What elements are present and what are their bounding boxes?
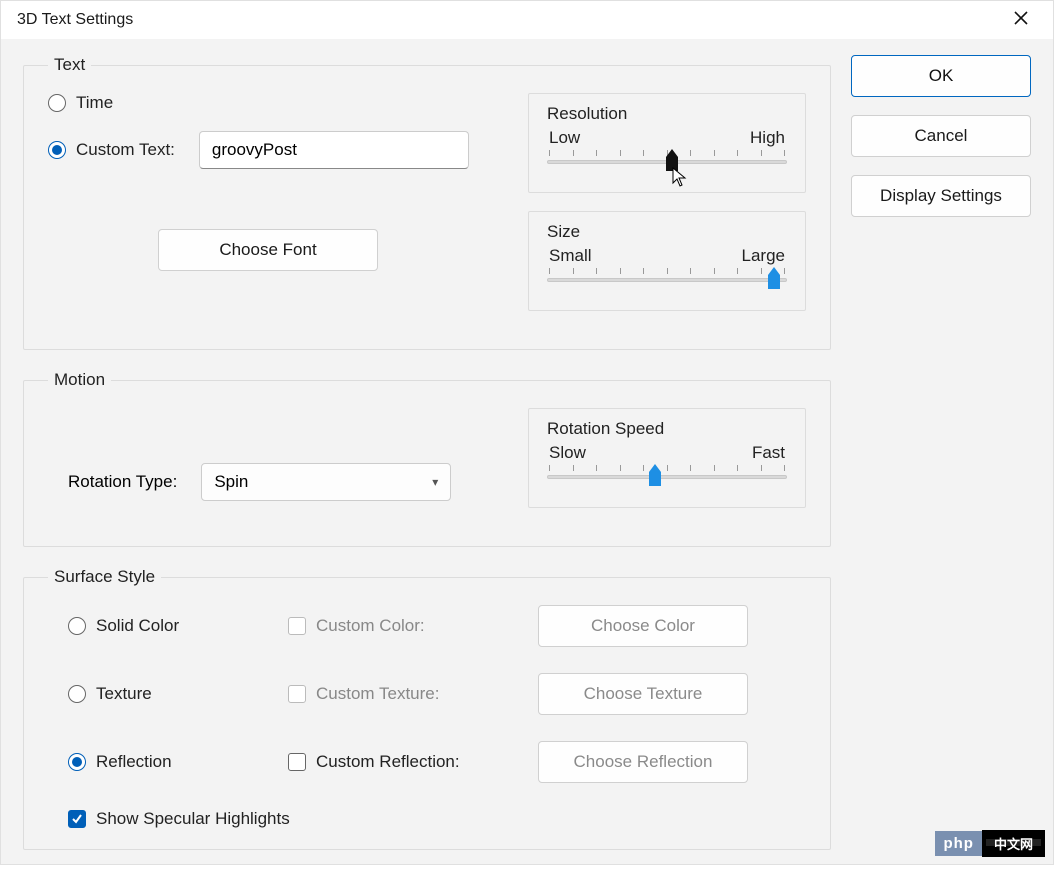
check-custom-reflection[interactable]: Custom Reflection: bbox=[288, 752, 538, 772]
custom-text-input[interactable] bbox=[199, 131, 469, 169]
slider-size-large: Large bbox=[742, 246, 785, 266]
radio-icon bbox=[48, 94, 66, 112]
choose-texture-button: Choose Texture bbox=[538, 673, 748, 715]
radio-time[interactable]: Time bbox=[48, 93, 113, 113]
radio-icon bbox=[68, 617, 86, 635]
slider-ticks bbox=[547, 268, 787, 276]
slider-rotation-fast: Fast bbox=[752, 443, 785, 463]
slider-size-track[interactable] bbox=[547, 268, 787, 282]
slider-resolution: Resolution Low High bbox=[528, 93, 806, 193]
check-custom-texture: Custom Texture: bbox=[288, 684, 538, 704]
rotation-type-value: Spin bbox=[214, 472, 248, 492]
choose-font-button[interactable]: Choose Font bbox=[158, 229, 378, 271]
checkbox-icon bbox=[288, 753, 306, 771]
cancel-button[interactable]: Cancel bbox=[851, 115, 1031, 157]
check-specular-highlights[interactable]: Show Specular Highlights bbox=[68, 809, 806, 829]
rotation-type-label: Rotation Type: bbox=[68, 472, 177, 492]
slider-rotation-slow: Slow bbox=[549, 443, 586, 463]
group-text: Text Time bbox=[23, 55, 831, 350]
radio-custom-text-label: Custom Text: bbox=[76, 140, 175, 160]
radio-solid-color[interactable]: Solid Color bbox=[68, 616, 288, 636]
slider-size-small: Small bbox=[549, 246, 592, 266]
watermark-badge: php 中文网 bbox=[935, 830, 1045, 856]
slider-size-title: Size bbox=[547, 222, 787, 242]
radio-icon bbox=[48, 141, 66, 159]
checkbox-icon bbox=[288, 685, 306, 703]
slider-resolution-high: High bbox=[750, 128, 785, 148]
radio-reflection[interactable]: Reflection bbox=[68, 752, 288, 772]
ok-button[interactable]: OK bbox=[851, 55, 1031, 97]
group-motion: Motion Rotation Type: Spin ▾ Rotation Sp… bbox=[23, 370, 831, 547]
slider-rotation-title: Rotation Speed bbox=[547, 419, 787, 439]
choose-color-button: Choose Color bbox=[538, 605, 748, 647]
radio-texture-label: Texture bbox=[96, 684, 152, 704]
radio-icon bbox=[68, 685, 86, 703]
slider-size: Size Small Large bbox=[528, 211, 806, 311]
chevron-down-icon: ▾ bbox=[432, 475, 438, 489]
slider-ticks bbox=[547, 465, 787, 473]
close-icon bbox=[1013, 10, 1029, 26]
check-custom-color-label: Custom Color: bbox=[316, 616, 425, 636]
display-settings-button[interactable]: Display Settings bbox=[851, 175, 1031, 217]
checkbox-icon bbox=[68, 810, 86, 828]
check-custom-color: Custom Color: bbox=[288, 616, 538, 636]
slider-size-thumb[interactable] bbox=[767, 267, 781, 289]
check-custom-reflection-label: Custom Reflection: bbox=[316, 752, 460, 772]
radio-time-label: Time bbox=[76, 93, 113, 113]
group-surface-legend: Surface Style bbox=[48, 567, 161, 587]
check-custom-texture-label: Custom Texture: bbox=[316, 684, 439, 704]
radio-icon bbox=[68, 753, 86, 771]
slider-rotation-thumb[interactable] bbox=[648, 464, 662, 486]
radio-texture[interactable]: Texture bbox=[68, 684, 288, 704]
radio-custom-text[interactable]: Custom Text: bbox=[48, 140, 175, 160]
slider-resolution-track[interactable] bbox=[547, 150, 787, 164]
group-motion-legend: Motion bbox=[48, 370, 111, 390]
cursor-icon bbox=[672, 167, 688, 187]
radio-solid-color-label: Solid Color bbox=[96, 616, 179, 636]
slider-resolution-title: Resolution bbox=[547, 104, 787, 124]
dialog-body: Text Time bbox=[1, 39, 1053, 864]
dialog-3d-text-settings: 3D Text Settings Text Time bbox=[0, 0, 1054, 865]
choose-reflection-button: Choose Reflection bbox=[538, 741, 748, 783]
watermark-left: php bbox=[935, 831, 982, 856]
slider-resolution-low: Low bbox=[549, 128, 580, 148]
watermark-right: 中文网 bbox=[982, 830, 1045, 857]
rotation-type-select[interactable]: Spin ▾ bbox=[201, 463, 451, 501]
titlebar: 3D Text Settings bbox=[1, 1, 1053, 39]
check-specular-label: Show Specular Highlights bbox=[96, 809, 290, 829]
group-surface-style: Surface Style Solid Color Custom Color: … bbox=[23, 567, 831, 850]
dialog-title: 3D Text Settings bbox=[17, 11, 133, 29]
checkbox-icon bbox=[288, 617, 306, 635]
slider-rotation-speed: Rotation Speed Slow Fast bbox=[528, 408, 806, 508]
group-text-legend: Text bbox=[48, 55, 91, 75]
radio-reflection-label: Reflection bbox=[96, 752, 172, 772]
slider-rotation-track[interactable] bbox=[547, 465, 787, 479]
close-button[interactable] bbox=[1005, 6, 1037, 34]
